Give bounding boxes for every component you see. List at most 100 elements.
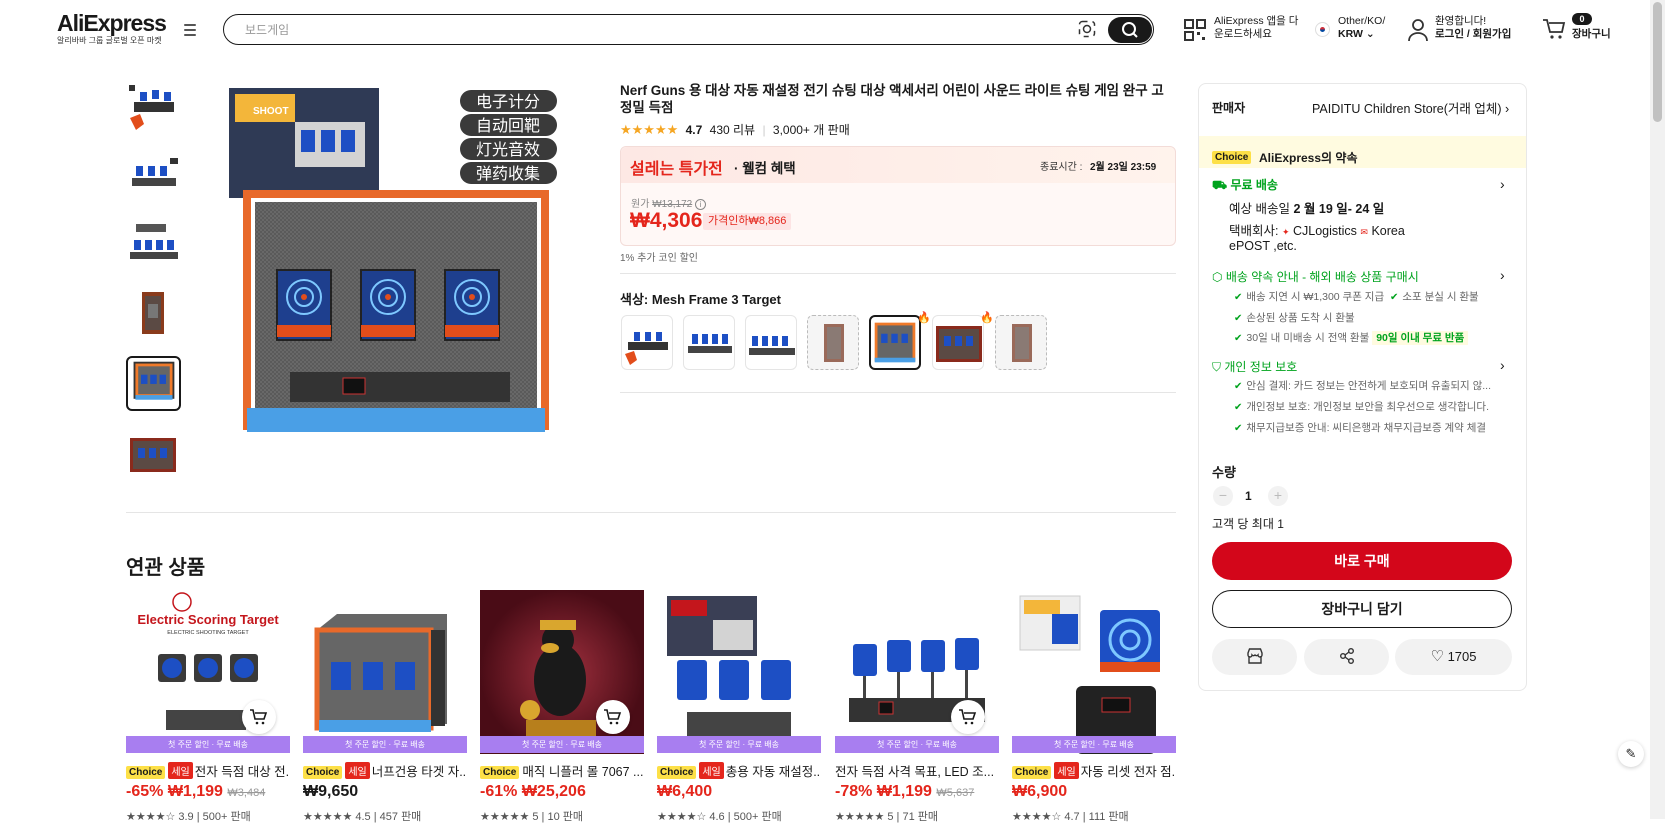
color-swatch-1[interactable] <box>621 315 673 370</box>
sale-tag: 세일 <box>345 762 370 779</box>
product-card-3[interactable]: 첫 주문 할인 · 무료 배송 Choice 매직 니플러 몰 7067 ... … <box>480 590 644 823</box>
color-swatch-2[interactable] <box>683 315 735 370</box>
card-rating: ★★★★☆ 3.9 | 500+ 판매 <box>126 811 251 823</box>
color-swatch-4[interactable] <box>807 315 859 370</box>
user-icon[interactable] <box>1407 18 1429 42</box>
card-title: Choice 세일 전자 득점 대상 전... <box>126 761 290 780</box>
wishlist-button[interactable]: ♡ 1705 <box>1395 639 1512 675</box>
hot-flame-icon: 🔥 <box>980 312 994 324</box>
rating-value: 4.7 <box>685 123 703 137</box>
heart-icon: ♡ <box>1430 648 1444 665</box>
thumbnail-2[interactable] <box>126 150 181 205</box>
promise-item: ✔ 손상된 상품 도착 시 환불 <box>1234 312 1355 324</box>
product-card-6[interactable]: 첫 주문 할인 · 무료 배송 Choice 세일 자동 리셋 전자 점... ₩6… <box>1012 590 1176 823</box>
privacy-item: ✔ 채무지급보증 안내: 씨티은행과 채무지급보증 계약 체결 <box>1234 422 1487 434</box>
search-bar[interactable] <box>223 14 1154 45</box>
scrollbar-thumb[interactable] <box>1653 2 1662 122</box>
feedback-edit-icon[interactable]: ✎ <box>1618 741 1644 767</box>
product-card-4[interactable]: 첫 주문 할인 · 무료 배송 Choice 세일 총용 자동 재설정... ₩6,… <box>657 590 821 823</box>
add-to-cart-icon[interactable] <box>242 700 276 734</box>
swatch-image <box>874 322 916 363</box>
free-shipping-row[interactable]: ⛟ 무료 배송 <box>1212 176 1278 194</box>
buy-now-button[interactable]: 바로 구매 <box>1212 542 1512 580</box>
thumbnail-6[interactable] <box>126 426 181 481</box>
card-rating: ★★★★★ 4.5 | 457 판매 <box>303 811 422 823</box>
aliexpress-logo[interactable]: AliExpress <box>57 10 167 37</box>
card-discount: -78% <box>835 783 873 800</box>
header: AliExpress 알리바바 그룹 글로벌 오픈 마켓 보드게임 AliExp… <box>0 0 1650 62</box>
shipping-promise-text: 배송 약속 안내 - 해외 배송 상품 구매시 <box>1225 270 1419 284</box>
thumbnail-image <box>132 158 178 186</box>
card-strip: 첫 주문 할인 · 무료 배송 <box>303 736 467 753</box>
card-discount: -61% <box>480 783 518 800</box>
original-price-row: 원가 ₩13,172 i <box>631 195 706 210</box>
share-button[interactable] <box>1304 639 1389 675</box>
search-input[interactable]: 보드게임 <box>245 21 289 38</box>
rating-stars: ★★★★★ <box>620 122 679 137</box>
card-title: Choice 세일 너프건용 타겟 자... <box>303 761 467 780</box>
card-price-value: ₩25,206 <box>521 783 586 800</box>
rating-row[interactable]: ★★★★★ 4.7 430 리뷰 | 3,000+ 개 판매 <box>620 121 850 138</box>
quantity-value[interactable]: 1 <box>1245 489 1252 503</box>
color-swatch-6[interactable] <box>932 315 984 370</box>
thumbnail-4[interactable] <box>126 286 181 341</box>
swatch-image <box>749 336 795 355</box>
card-strip: 첫 주문 할인 · 무료 배송 <box>657 736 821 753</box>
box-label-2: 自动回靶 <box>476 117 540 135</box>
login-signup-text: 로그인 / 회원가입 <box>1435 28 1512 40</box>
store-button[interactable] <box>1212 639 1297 675</box>
quantity-increase-button[interactable]: + <box>1268 486 1288 506</box>
app-line1: AliExpress 앱을 다 <box>1214 15 1299 27</box>
divider <box>126 512 1176 513</box>
add-to-cart-button[interactable]: 장바구니 담기 <box>1212 590 1512 628</box>
search-button[interactable] <box>1108 17 1152 43</box>
color-swatch-7[interactable] <box>995 315 1047 370</box>
seller-name[interactable]: PAIDITU Children Store(거래 업체) › <box>1312 98 1509 117</box>
shipping-promise-row[interactable]: ⬡ 배송 약속 안내 - 해외 배송 상품 구매시 <box>1212 268 1419 285</box>
swatch-image <box>824 324 844 362</box>
thumbnail-3[interactable] <box>126 218 181 273</box>
card-rating: ★★★★★ 5 | 10 판매 <box>480 811 584 823</box>
seller-name-text: PAIDITU Children Store(거래 업체) <box>1312 102 1502 116</box>
chevron-right-icon[interactable]: › <box>1500 357 1505 373</box>
card-title: Choice 세일 총용 자동 재설정... <box>657 761 821 780</box>
thumbnail-image <box>129 85 174 130</box>
chevron-right-icon[interactable]: › <box>1500 267 1505 283</box>
cart-icon[interactable] <box>1542 18 1566 40</box>
product-card-5[interactable]: 첫 주문 할인 · 무료 배송 전자 득점 사격 목표, LED 조... -7… <box>835 590 999 823</box>
product-card-2[interactable]: 첫 주문 할인 · 무료 배송 Choice 세일 너프건용 타겟 자... ₩9,… <box>303 590 467 823</box>
add-to-cart-icon[interactable] <box>951 700 985 734</box>
privacy-row[interactable]: ⛉ 개인 정보 보호 <box>1212 358 1297 375</box>
account-link[interactable]: 환영합니다! 로그인 / 회원가입 <box>1435 15 1511 41</box>
color-swatch-5-selected[interactable] <box>869 315 921 370</box>
carrier-2: Korea <box>1371 224 1405 238</box>
app-download-link[interactable]: AliExpress 앱을 다 운로드하세요 <box>1214 15 1298 41</box>
choice-tag: Choice <box>1212 151 1252 164</box>
product-card-1[interactable]: Electric Scoring Target ELECTRIC SHOOTING… <box>126 590 290 823</box>
card-stars: ★★★★☆ <box>657 811 707 823</box>
app-line2: 운로드하세요 <box>1214 28 1272 40</box>
card-strip: 첫 주문 할인 · 무료 배송 <box>1012 736 1176 753</box>
seller-label: 판매자 <box>1212 101 1246 115</box>
epost-logo-icon: ✉ <box>1360 227 1368 237</box>
chevron-right-icon[interactable]: › <box>1500 176 1505 192</box>
welcome-text: 환영합니다! <box>1435 15 1487 27</box>
card-sold: 500+ 판매 <box>202 811 251 823</box>
region-line: Other/KO/ <box>1338 15 1386 27</box>
divider <box>620 392 1176 393</box>
choice-tag: Choice <box>126 766 166 779</box>
color-swatch-3[interactable] <box>745 315 797 370</box>
quantity-decrease-button[interactable]: − <box>1213 486 1233 506</box>
image-search-icon[interactable] <box>1078 20 1096 38</box>
region-currency-selector[interactable]: Other/KO/KRW ⌄ <box>1338 15 1385 41</box>
scrollbar-track[interactable] <box>1650 0 1665 819</box>
cart-label[interactable]: 장바구니 <box>1572 28 1611 41</box>
thumbnail-5-selected[interactable] <box>126 356 181 411</box>
menu-icon[interactable] <box>184 24 196 36</box>
card-title-text: 전자 득점 대상 전... <box>194 765 290 779</box>
truck-icon: ⛟ <box>1212 178 1228 192</box>
main-product-image[interactable]: SHOOT 电子计分 自动回靶 灯光音效 弹药收集 <box>225 82 585 442</box>
add-to-cart-icon[interactable] <box>596 700 630 734</box>
card-title: 전자 득점 사격 목표, LED 조... <box>835 761 999 780</box>
thumbnail-1[interactable] <box>126 82 181 137</box>
